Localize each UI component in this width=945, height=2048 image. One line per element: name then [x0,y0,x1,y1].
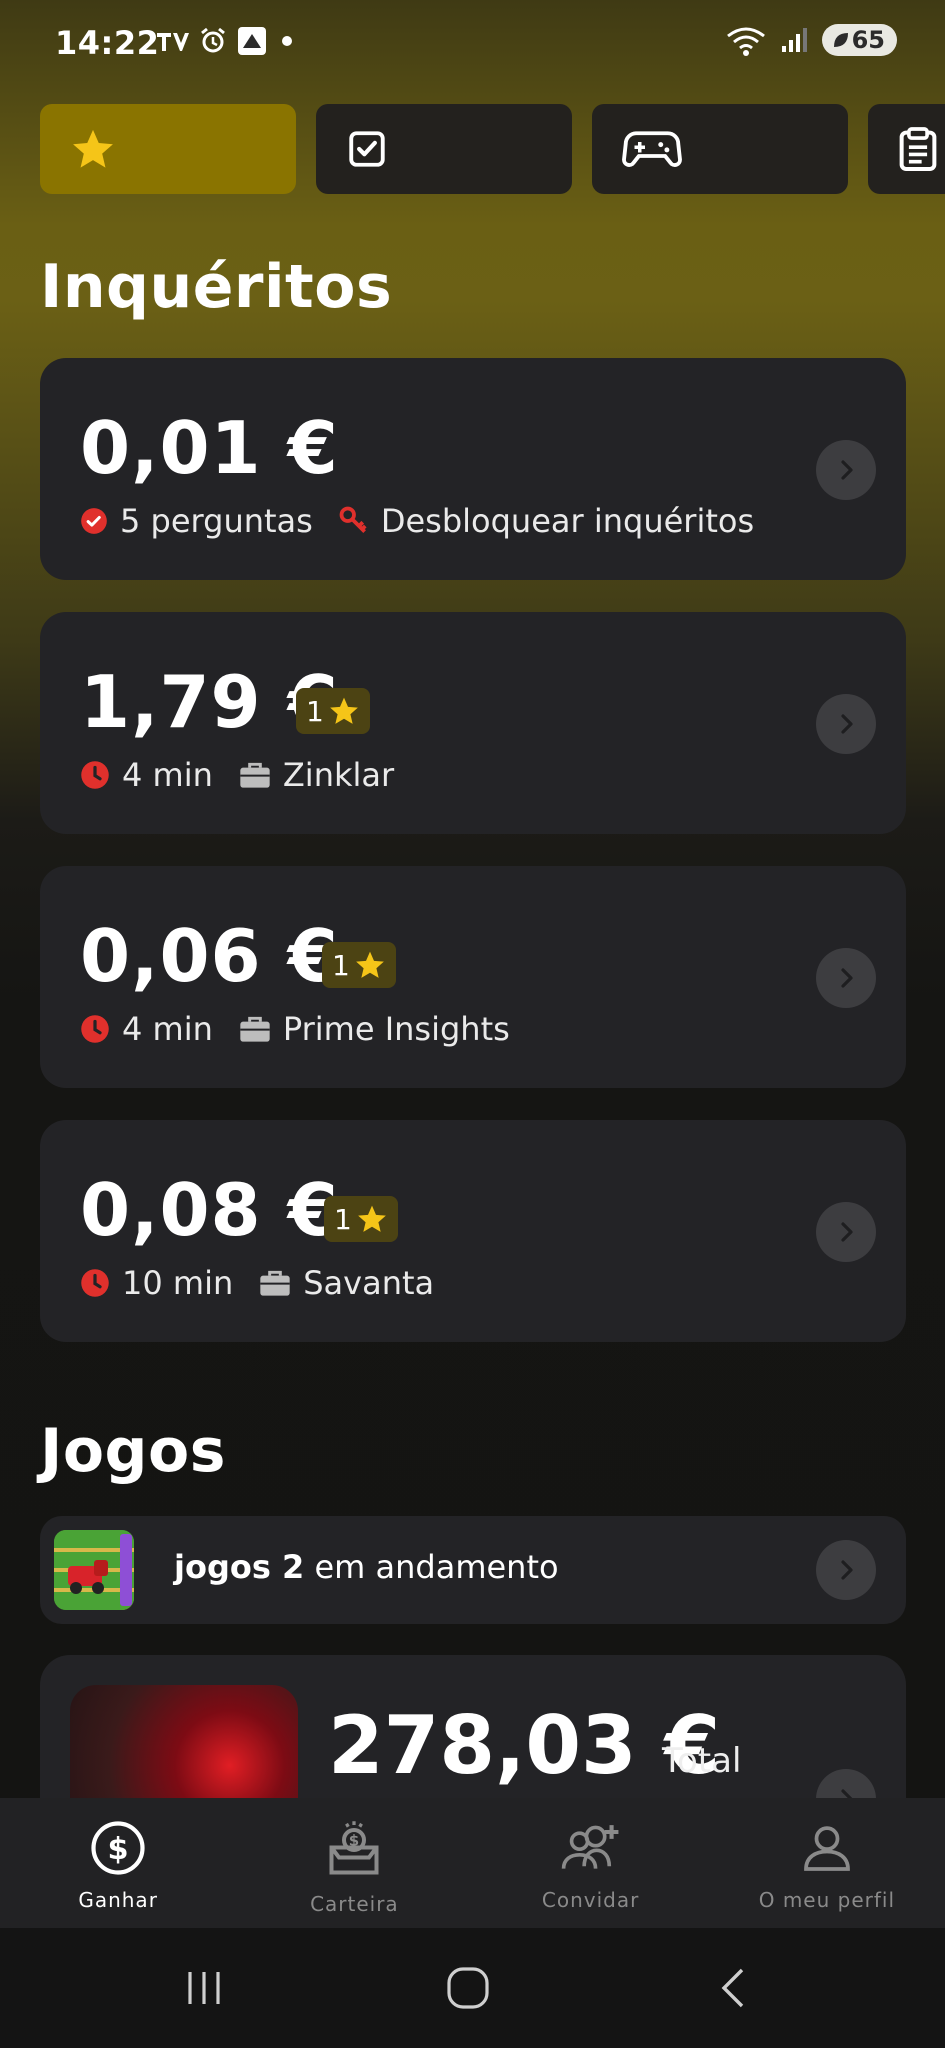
survey-amount: 0,06 € [80,914,339,998]
dot-icon [282,36,292,46]
back-icon[interactable] [712,1966,756,2010]
key-icon [339,506,369,536]
stars-badge: 1 [296,688,370,734]
survey-provider: Savanta [303,1264,435,1302]
signal-icon [781,28,807,52]
questions-count: 5 perguntas [120,502,313,540]
wallet-icon: $ [329,1821,379,1875]
tab-tasks[interactable] [316,104,572,194]
nav-invite[interactable]: Convidar [473,1798,709,1928]
survey-provider: Prime Insights [282,1010,510,1048]
nav-earn[interactable]: $ Ganhar [0,1798,236,1928]
status-left-icons [155,26,297,56]
stars-badge-count: 1 [306,694,324,728]
briefcase-icon [239,1015,271,1043]
dollar-circle-icon: $ [91,1821,145,1875]
unlock-surveys-label: Desbloquear inquéritos [380,502,755,540]
gamepad-icon [622,131,682,167]
survey-card[interactable]: 1,79 € 1 4 min Zinklar [40,612,906,834]
chevron-right-icon [816,1202,876,1262]
survey-provider: Zinklar [282,756,395,794]
chevron-right-icon [816,440,876,500]
status-time: 14:22 [55,24,160,62]
svg-text:$: $ [108,1832,129,1867]
survey-amount: 0,01 € [80,406,339,490]
briefcase-icon [239,761,271,789]
nav-wallet-label: Carteira [310,1892,399,1916]
tab-games[interactable] [592,104,848,194]
survey-meta: 10 min Savanta [80,1264,434,1302]
survey-meta: 5 perguntas Desbloquear inquéritos [80,502,754,540]
star-icon [357,1205,386,1232]
star-icon [355,951,384,978]
invite-users-icon [561,1825,619,1869]
chevron-right-icon [816,694,876,754]
star-icon [329,697,358,724]
games-in-progress-count: jogos 2 [174,1548,305,1586]
stars-badge-count: 1 [332,948,350,982]
survey-card[interactable]: 0,06 € 1 4 min Prime Insights [40,866,906,1088]
app-tv-icon [157,33,189,51]
nav-invite-label: Convidar [541,1888,640,1912]
chevron-right-icon [816,1540,876,1600]
tab-clipboard[interactable] [868,104,945,194]
survey-amount: 0,08 € [80,1168,339,1252]
system-navigation-bar [0,1928,945,2048]
survey-card[interactable]: 0,08 € 1 10 min Savanta [40,1120,906,1342]
clock-icon [80,760,110,790]
wifi-icon [726,27,765,56]
check-circle-icon [80,507,108,535]
survey-duration: 4 min [122,1010,213,1048]
home-icon[interactable] [446,1966,490,2010]
stars-badge-count: 1 [334,1202,352,1236]
svg-text:$: $ [349,1832,359,1850]
survey-duration: 4 min [122,756,213,794]
battery-indicator: 65 [821,24,897,56]
games-title: Jogos [40,1416,226,1486]
nav-profile-label: O meu perfil [758,1888,896,1912]
tab-featured[interactable] [40,104,296,194]
survey-duration: 10 min [122,1264,234,1302]
checkbox-icon [349,131,385,167]
games-in-progress-text: jogos 2 em andamento [174,1548,559,1586]
clipboard-icon [899,127,937,171]
surveys-title: Inquéritos [40,252,393,322]
games-in-progress-row[interactable]: jogos 2 em andamento [40,1516,906,1624]
survey-card-unlock[interactable]: 0,01 € 5 perguntas Desbloquear inquérito… [40,358,906,580]
bottom-navigation: $ Ganhar $ Carteira Convidar O meu perfi… [0,1798,945,1928]
status-right-icons: 65 [726,24,897,56]
recent-apps-icon[interactable] [182,1966,226,2010]
nav-profile[interactable]: O meu perfil [709,1798,945,1928]
profile-icon [804,1826,850,1871]
star-icon [73,129,113,168]
status-bar: 14:22 65 [0,0,945,90]
clock-icon [80,1268,110,1298]
category-tabs [40,104,945,194]
nav-earn-label: Ganhar [78,1888,158,1912]
survey-meta: 4 min Prime Insights [80,1010,510,1048]
battery-level: 65 [851,26,885,54]
game-thumbnail [54,1530,134,1610]
games-in-progress-label: em andamento [314,1548,559,1586]
survey-meta: 4 min Zinklar [80,756,394,794]
nav-wallet[interactable]: $ Carteira [236,1798,472,1928]
stars-badge: 1 [322,942,396,988]
app-notification-icon [238,27,266,55]
alarm-icon [201,27,225,53]
game-art-icon [54,1530,134,1610]
briefcase-icon [259,1269,291,1297]
featured-game-total-label: Total [662,1741,742,1781]
leaf-icon [833,33,848,47]
stars-badge: 1 [324,1196,398,1242]
clock-icon [80,1014,110,1044]
chevron-right-icon [816,948,876,1008]
